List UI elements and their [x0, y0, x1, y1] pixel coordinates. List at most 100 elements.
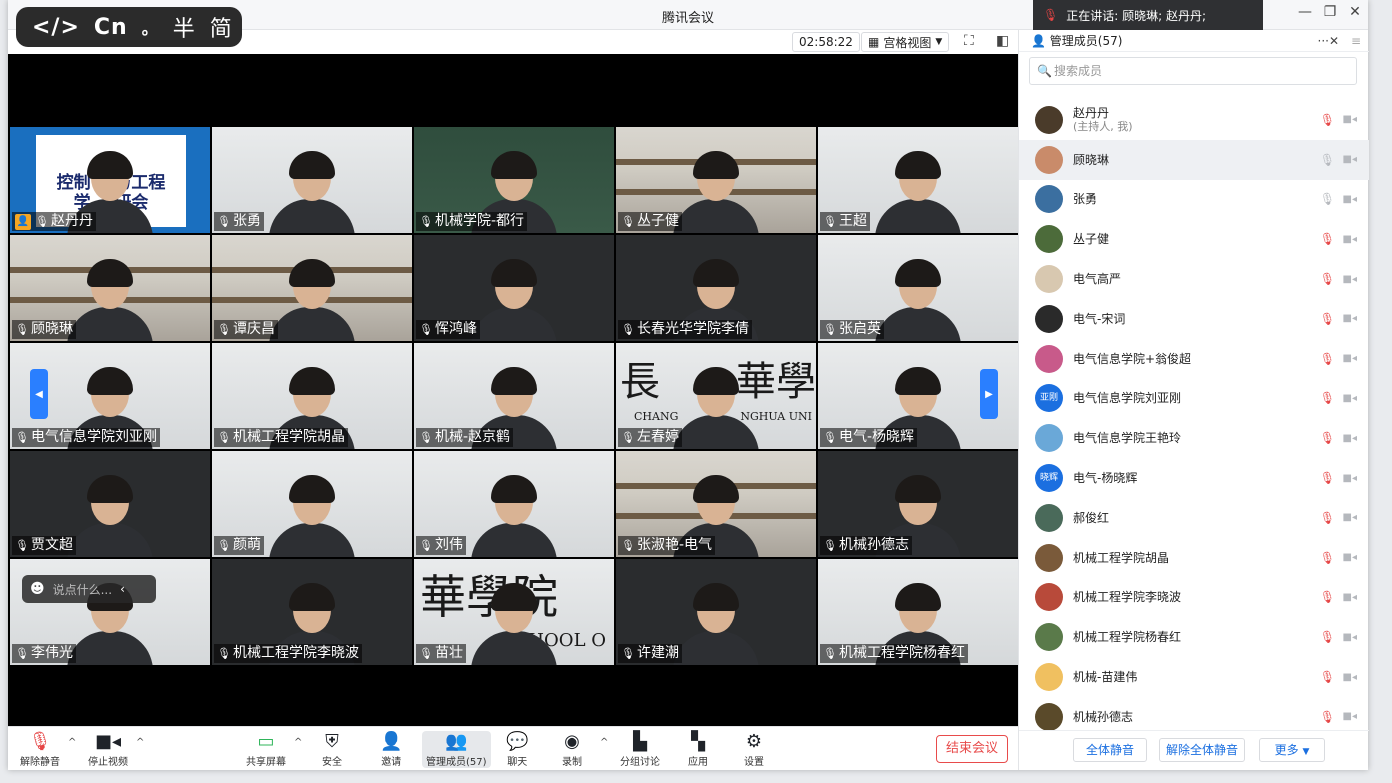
- breakout-button[interactable]: ▙ 分组讨论: [620, 731, 660, 768]
- video-tile[interactable]: 控制 与工程学 研会👤🎙赵丹丹: [10, 127, 210, 233]
- manage-members-button[interactable]: 👥 管理成员(57): [422, 731, 491, 768]
- mic-off-icon[interactable]: 🎙: [1320, 431, 1335, 445]
- chat-button[interactable]: 💬 聊天: [506, 731, 528, 768]
- member-list-item[interactable]: 赵丹丹 (主持人, 我) 🎙 ■◂: [1019, 100, 1369, 140]
- close-icon[interactable]: ✕: [1343, 4, 1367, 20]
- mic-icon[interactable]: 🎙: [1320, 153, 1335, 167]
- unmute-all-button[interactable]: 解除全体静音: [1159, 738, 1245, 762]
- mic-off-icon[interactable]: 🎙: [1320, 630, 1335, 644]
- mic-off-icon[interactable]: 🎙: [1320, 272, 1335, 286]
- camera-icon[interactable]: ■◂: [1343, 234, 1357, 245]
- more-button[interactable]: 更多 ▼: [1259, 738, 1325, 762]
- camera-icon[interactable]: ■◂: [1343, 154, 1357, 165]
- camera-icon[interactable]: ■◂: [1343, 473, 1357, 484]
- record-options-caret[interactable]: ^: [600, 737, 608, 748]
- apps-button[interactable]: ▚ 应用: [688, 731, 708, 768]
- mic-off-icon[interactable]: 🎙: [1320, 551, 1335, 565]
- video-tile[interactable]: 🎙 恽鸿峰: [414, 235, 614, 341]
- video-tile[interactable]: 🎙 丛子健: [616, 127, 816, 233]
- mic-off-icon[interactable]: 🎙: [1320, 391, 1335, 405]
- settings-button[interactable]: ⚙ 设置: [744, 731, 764, 768]
- unmute-button[interactable]: 🎙 解除静音: [20, 731, 60, 768]
- collapse-icon[interactable]: ‹: [120, 582, 125, 596]
- video-tile[interactable]: 🎙 王超: [818, 127, 1018, 233]
- member-list-item[interactable]: 电气高严 🎙 ■◂: [1019, 259, 1369, 299]
- mic-off-icon[interactable]: 🎙: [1320, 113, 1335, 127]
- member-list-item[interactable]: 机械工程学院胡晶 🎙 ■◂: [1019, 538, 1369, 578]
- member-search-input[interactable]: 🔍 搜索成员: [1029, 57, 1357, 85]
- video-tile[interactable]: 🎙 长春光华学院李倩: [616, 235, 816, 341]
- video-tile[interactable]: 🎙 电气信息学院刘亚刚 ◀: [10, 343, 210, 449]
- member-list-item[interactable]: 电气-宋词 🎙 ■◂: [1019, 299, 1369, 339]
- camera-icon[interactable]: ■◂: [1343, 114, 1357, 125]
- mic-off-icon[interactable]: 🎙: [1320, 511, 1335, 525]
- camera-icon[interactable]: ■◂: [1343, 711, 1357, 722]
- mic-off-icon[interactable]: 🎙: [1320, 710, 1335, 724]
- more-close-icon[interactable]: ···✕: [1318, 30, 1340, 52]
- camera-icon[interactable]: ■◂: [1343, 672, 1357, 683]
- camera-icon[interactable]: ■◂: [1343, 512, 1357, 523]
- video-tile[interactable]: 🎙 机械工程学院胡晶: [212, 343, 412, 449]
- video-tile[interactable]: 🎙 张勇: [212, 127, 412, 233]
- view-selector[interactable]: ▦ 宫格视图 ▼: [861, 32, 950, 52]
- mute-all-button[interactable]: 全体静音: [1073, 738, 1147, 762]
- video-tile[interactable]: 華學院 SCHOOL O 🎙 苗壮: [414, 559, 614, 665]
- share-screen-button[interactable]: ▭ 共享屏幕: [246, 731, 286, 768]
- member-list-item[interactable]: 顾晓琳 🎙 ■◂: [1019, 139, 1369, 180]
- video-options-caret[interactable]: ^: [136, 737, 144, 748]
- member-list-item[interactable]: 电气信息学院王艳玲 🎙 ■◂: [1019, 418, 1369, 458]
- video-tile[interactable]: 🎙 电气-杨晓辉 ▶: [818, 343, 1018, 449]
- next-page-icon[interactable]: ▶: [980, 369, 998, 419]
- stop-video-button[interactable]: ■◂ 停止视频: [88, 731, 128, 768]
- member-list-item[interactable]: 电气信息学院+翁俊超 🎙 ■◂: [1019, 339, 1369, 379]
- end-meeting-button[interactable]: 结束会议: [936, 735, 1008, 763]
- video-tile[interactable]: 長華學 CHANG NGHUA UNI 🎙 左春婷: [616, 343, 816, 449]
- camera-icon[interactable]: ■◂: [1343, 592, 1357, 603]
- mic-icon[interactable]: 🎙: [1320, 192, 1335, 206]
- mic-off-icon[interactable]: 🎙: [1320, 590, 1335, 604]
- camera-icon[interactable]: ■◂: [1343, 313, 1357, 324]
- video-tile[interactable]: 🎙 机械孙德志: [818, 451, 1018, 557]
- security-button[interactable]: ⛨ 安全: [322, 731, 342, 768]
- member-list-item[interactable]: 机械工程学院杨春红 🎙 ■◂: [1019, 617, 1369, 657]
- camera-icon[interactable]: ■◂: [1343, 194, 1357, 205]
- video-tile[interactable]: 🎙 刘伟: [414, 451, 614, 557]
- mic-off-icon[interactable]: 🎙: [1320, 670, 1335, 684]
- mic-off-icon[interactable]: 🎙: [1320, 471, 1335, 485]
- share-options-caret[interactable]: ^: [294, 737, 302, 748]
- video-tile[interactable]: 🎙 张淑艳-电气: [616, 451, 816, 557]
- member-list-item[interactable]: 机械-苗建伟 🎙 ■◂: [1019, 657, 1369, 697]
- video-tile[interactable]: 🎙 顾晓琳: [10, 235, 210, 341]
- member-list-item[interactable]: 机械工程学院李晓波 🎙 ■◂: [1019, 578, 1369, 618]
- camera-icon[interactable]: ■◂: [1343, 632, 1357, 643]
- prev-page-icon[interactable]: ◀: [30, 369, 48, 419]
- mic-off-icon[interactable]: 🎙: [1320, 312, 1335, 326]
- restore-icon[interactable]: ❐: [1318, 4, 1342, 20]
- invite-button[interactable]: 👤 邀请: [380, 731, 402, 768]
- input-method-badge[interactable]: </> Cn 。 半 简: [16, 7, 242, 47]
- video-tile[interactable]: 🎙 机械工程学院杨春红: [818, 559, 1018, 665]
- minimize-icon[interactable]: —: [1293, 4, 1317, 20]
- video-tile[interactable]: 🎙 机械-赵京鹤: [414, 343, 614, 449]
- mic-off-icon[interactable]: 🎙: [1320, 352, 1335, 366]
- member-list-item[interactable]: 亚刚 电气信息学院刘亚刚 🎙 ■◂: [1019, 379, 1369, 419]
- record-button[interactable]: ◉ 录制: [562, 731, 582, 768]
- audio-options-caret[interactable]: ^: [68, 737, 76, 748]
- video-tile[interactable]: 🎙 谭庆昌: [212, 235, 412, 341]
- camera-icon[interactable]: ■◂: [1343, 353, 1357, 364]
- mic-off-icon[interactable]: 🎙: [1320, 232, 1335, 246]
- video-tile[interactable]: 🎙 许建潮: [616, 559, 816, 665]
- video-tile[interactable]: 🎙 颜萌: [212, 451, 412, 557]
- video-tile[interactable]: 🎙 张启英: [818, 235, 1018, 341]
- menu-icon[interactable]: ≡: [1351, 30, 1361, 52]
- member-list-item[interactable]: 张勇 🎙 ■◂: [1019, 180, 1369, 220]
- fullscreen-icon[interactable]: ⛶: [964, 33, 974, 49]
- camera-icon[interactable]: ■◂: [1343, 552, 1357, 563]
- camera-icon[interactable]: ■◂: [1343, 433, 1357, 444]
- camera-icon[interactable]: ■◂: [1343, 393, 1357, 404]
- camera-icon[interactable]: ■◂: [1343, 274, 1357, 285]
- member-list-item[interactable]: 郝俊红 🎙 ■◂: [1019, 498, 1369, 538]
- chat-quick-input[interactable]: ☻ 说点什么... ‹: [22, 575, 156, 603]
- video-tile[interactable]: 🎙 贾文超: [10, 451, 210, 557]
- video-tile[interactable]: 🎙 机械学院-都行: [414, 127, 614, 233]
